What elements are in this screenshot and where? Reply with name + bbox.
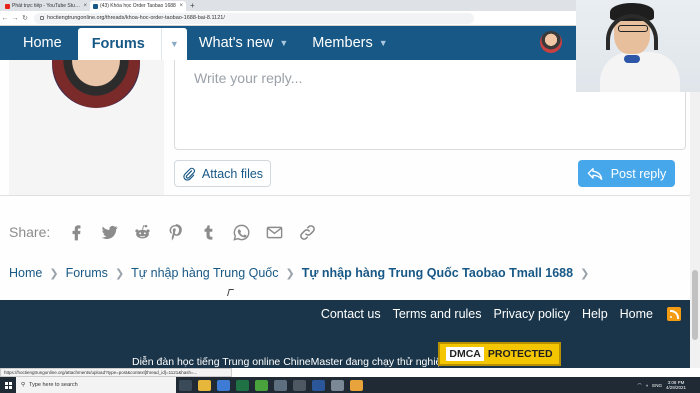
- chevron-down-icon[interactable]: ▼: [379, 38, 388, 48]
- main-content: Write your reply... Attach files Post re…: [0, 60, 690, 300]
- reload-icon[interactable]: ↻: [20, 14, 30, 22]
- system-tray: ◠ ◖ ENG 3:08 PM 4/29/2021: [638, 380, 700, 390]
- back-icon[interactable]: ←: [0, 15, 10, 22]
- chrome-icon[interactable]: [350, 379, 363, 391]
- email-icon[interactable]: [258, 220, 291, 244]
- task-view-icon[interactable]: [179, 379, 192, 391]
- youtube-favicon-icon: [5, 3, 10, 9]
- breadcrumb-forums[interactable]: Forums: [66, 266, 108, 280]
- volume-icon[interactable]: ◖: [645, 383, 648, 388]
- breadcrumb-home[interactable]: Home: [9, 266, 42, 280]
- pinterest-icon[interactable]: [159, 220, 192, 244]
- link-icon[interactable]: [291, 220, 324, 244]
- lock-icon: [40, 16, 44, 20]
- divider: [0, 195, 690, 196]
- nav-members-label: Members: [312, 35, 373, 51]
- network-icon[interactable]: ◠: [638, 382, 642, 388]
- start-button[interactable]: [0, 377, 16, 393]
- avatar[interactable]: [52, 60, 140, 108]
- chevron-right-icon: ❯: [49, 267, 59, 280]
- post-reply-label: Post reply: [610, 166, 667, 181]
- nav-forums-label: Forums: [91, 36, 145, 52]
- camtasia-icon[interactable]: [255, 379, 268, 391]
- nav-home-label: Home: [23, 35, 62, 51]
- webcam-overlay: [576, 0, 700, 92]
- status-bar-url: https://hoctiengtrungonline.org/attachme…: [0, 368, 232, 377]
- clock-app-icon[interactable]: [293, 379, 306, 391]
- dmca-protected-label: PROTECTED: [487, 348, 553, 360]
- file-explorer-icon[interactable]: [198, 379, 211, 391]
- forward-icon[interactable]: →: [10, 15, 20, 22]
- footer-link-terms[interactable]: Terms and rules: [387, 307, 488, 321]
- windows-logo-icon: [4, 381, 12, 389]
- chevron-right-icon: ❯: [580, 267, 590, 280]
- reply-arrow-icon: [587, 167, 603, 180]
- clock-date: 4/29/2021: [665, 385, 686, 390]
- rss-icon[interactable]: [667, 307, 681, 321]
- browser-tab-youtube[interactable]: Phát trực tiếp - YouTube Studio ×: [2, 1, 90, 11]
- footer-links: Contact us Terms and rules Privacy polic…: [315, 307, 681, 321]
- nav-whats-new[interactable]: What's new ▼: [187, 26, 300, 60]
- store-icon[interactable]: [217, 379, 230, 391]
- reddit-icon[interactable]: [126, 220, 159, 244]
- browser-tab-forum[interactable]: (43) Khóa học Order Taobao 1688 ×: [90, 1, 186, 11]
- taskbar-search-placeholder: Type here to search: [29, 382, 78, 388]
- footer-link-privacy[interactable]: Privacy policy: [488, 307, 576, 321]
- new-tab-button[interactable]: +: [186, 1, 199, 11]
- scrollbar-thumb[interactable]: [692, 270, 698, 340]
- footer-link-help[interactable]: Help: [576, 307, 614, 321]
- share-label: Share:: [9, 224, 51, 240]
- post-reply-button[interactable]: Post reply: [578, 160, 675, 187]
- microphone-icon: [624, 55, 640, 63]
- breadcrumb-forum[interactable]: Tự nhập hàng Trung Quốc Taobao Tmall 168…: [302, 266, 573, 280]
- facebook-icon[interactable]: [60, 220, 93, 244]
- nav-whats-new-label: What's new: [198, 35, 274, 51]
- windows-taskbar: ⚲ Type here to search ◠ ◖ ENG 3:08 PM 4/…: [0, 377, 700, 393]
- forum-favicon-icon: [93, 3, 98, 9]
- chevron-down-icon[interactable]: ▼: [160, 28, 187, 60]
- language-indicator[interactable]: ENG: [652, 383, 662, 388]
- search-icon: ⚲: [21, 382, 26, 388]
- share-bar: Share:: [9, 220, 324, 244]
- notes-icon[interactable]: [331, 379, 344, 391]
- poster-column: [9, 60, 164, 195]
- paint-icon[interactable]: [274, 379, 287, 391]
- tab-title: Phát trực tiếp - YouTube Studio: [12, 3, 82, 9]
- breadcrumb-category[interactable]: Tự nhập hàng Trung Quốc: [131, 266, 278, 280]
- chevron-down-icon[interactable]: ▼: [279, 38, 288, 48]
- close-tab-icon[interactable]: ×: [179, 3, 183, 9]
- user-avatar[interactable]: [540, 31, 562, 53]
- footer-link-contact[interactable]: Contact us: [315, 307, 387, 321]
- close-tab-icon[interactable]: ×: [83, 3, 87, 9]
- twitter-icon[interactable]: [93, 220, 126, 244]
- footer-note: Diễn đàn học tiếng Trung online ChineMas…: [132, 356, 451, 368]
- nav-home[interactable]: Home: [0, 26, 78, 60]
- excel-icon[interactable]: [236, 379, 249, 391]
- footer-link-home[interactable]: Home: [614, 307, 659, 321]
- webcam-person-body: [600, 52, 680, 92]
- chevron-right-icon: ❯: [285, 267, 295, 280]
- nav-forums[interactable]: Forums ▼: [77, 28, 187, 60]
- taskbar-search-input[interactable]: ⚲ Type here to search: [16, 377, 176, 393]
- dmca-label: DMCA: [446, 347, 484, 361]
- site-footer: Contact us Terms and rules Privacy polic…: [0, 300, 690, 368]
- whatsapp-icon[interactable]: [225, 220, 258, 244]
- tab-title: (43) Khóa học Order Taobao 1688: [100, 3, 176, 9]
- dmca-badge[interactable]: DMCA PROTECTED: [438, 342, 561, 366]
- reply-placeholder: Write your reply...: [194, 70, 303, 86]
- taskbar-clock[interactable]: 3:08 PM 4/29/2021: [666, 380, 686, 390]
- breadcrumb: Home ❯ Forums ❯ Tự nhập hàng Trung Quốc …: [9, 266, 596, 280]
- page-scrollbar[interactable]: [690, 60, 700, 368]
- attach-files-label: Attach files: [201, 166, 264, 181]
- paperclip-icon: [183, 167, 195, 181]
- attach-files-button[interactable]: Attach files: [174, 160, 271, 187]
- url-input[interactable]: hoctiengtrungonline.org/threads/khoa-hoc…: [34, 12, 474, 24]
- nav-members[interactable]: Members ▼: [300, 26, 399, 60]
- chevron-right-icon: ❯: [114, 267, 125, 280]
- url-text: hoctiengtrungonline.org/threads/khoa-hoc…: [47, 15, 225, 21]
- word-icon[interactable]: [312, 379, 325, 391]
- tumblr-icon[interactable]: [192, 220, 225, 244]
